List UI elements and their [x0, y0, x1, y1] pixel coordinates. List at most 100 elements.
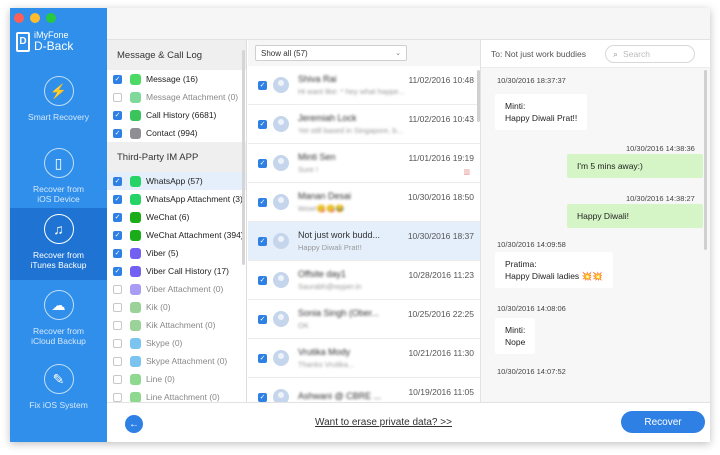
category-item[interactable]: ✓ WeChat Attachment (394): [107, 226, 246, 244]
filter-value: Show all (57): [261, 48, 308, 58]
sidebar-item-recover-ios[interactable]: ▯ Recover from iOS Device: [10, 142, 107, 214]
app-icon: [130, 247, 141, 259]
category-item[interactable]: Line Attachment (0): [107, 388, 246, 402]
sidebar-item-recover-itunes[interactable]: ♫ Recover from iTunes Backup: [10, 208, 107, 280]
conversation-checkbox[interactable]: ✓: [258, 353, 267, 363]
conversation-checkbox[interactable]: ✓: [258, 275, 267, 285]
category-checkbox[interactable]: ✓: [113, 176, 122, 186]
sidebar-item-label-2: iCloud Backup: [31, 336, 86, 346]
category-label: Viber Call History (17): [146, 266, 229, 276]
app-icon: [130, 91, 141, 103]
category-checkbox[interactable]: ✓: [113, 230, 122, 240]
category-checkbox[interactable]: [113, 302, 122, 312]
avatar-icon: [273, 155, 289, 171]
category-scrollbar[interactable]: [242, 50, 245, 265]
sidebar-item-fix-ios[interactable]: ✎ Fix iOS System: [10, 358, 107, 430]
sidebar-item-recover-icloud[interactable]: ☁ Recover from iCloud Backup: [10, 284, 107, 356]
category-checkbox[interactable]: [113, 284, 122, 294]
category-item[interactable]: Line (0): [107, 370, 246, 388]
sidebar-item-smart-recovery[interactable]: ⚡ Smart Recovery: [10, 70, 107, 142]
conversation-row[interactable]: ✓ Shiva Rai Hi want like: * hey what happe…: [248, 66, 480, 105]
category-checkbox[interactable]: [113, 320, 122, 330]
conversation-checkbox[interactable]: ✓: [258, 197, 267, 207]
category-checkbox[interactable]: [113, 338, 122, 348]
avatar-icon: [273, 194, 289, 210]
chevron-down-icon: ⌄: [395, 50, 401, 57]
category-item[interactable]: Kik Attachment (0): [107, 316, 246, 334]
category-checkbox[interactable]: ✓: [113, 110, 122, 120]
conversation-date: 10/30/2016 18:50: [407, 192, 474, 202]
recover-button[interactable]: Recover: [621, 411, 705, 433]
close-window-button[interactable]: [14, 13, 24, 23]
outgoing-message: Happy Diwali!: [567, 204, 703, 228]
incoming-message: Minti: Nope: [495, 318, 536, 354]
message-text: Happy Diwali Prat!!: [505, 113, 578, 123]
category-checkbox[interactable]: ✓: [113, 248, 122, 258]
conversation-checkbox[interactable]: ✓: [258, 236, 267, 246]
conversation-checkbox[interactable]: ✓: [258, 158, 267, 168]
zoom-window-button[interactable]: [46, 13, 56, 23]
category-item[interactable]: ✓ Viber Call History (17): [107, 262, 246, 280]
app-icon: [130, 283, 141, 295]
conversation-row[interactable]: ✓ Vrutika Mody Thanks Vrutika... 10/21/2016…: [248, 339, 480, 378]
category-checkbox[interactable]: [113, 374, 122, 384]
category-item[interactable]: ✓ WhatsApp Attachment (3): [107, 190, 246, 208]
conversation-checkbox[interactable]: ✓: [258, 392, 267, 402]
category-item[interactable]: ✓ WhatsApp (57): [107, 172, 246, 190]
category-item[interactable]: Kik (0): [107, 298, 246, 316]
category-item[interactable]: Skype Attachment (0): [107, 352, 246, 370]
category-label: Call History (6681): [146, 110, 217, 120]
category-label: Skype (0): [146, 338, 183, 348]
conversation-row[interactable]: ✓ Sonia Singh (Ober... OK 10/25/2016 22:25: [248, 300, 480, 339]
conversation-row[interactable]: ✓ Jeremiah Lock Yet still based in Singapo…: [248, 105, 480, 144]
category-checkbox[interactable]: ✓: [113, 266, 122, 276]
filter-dropdown[interactable]: Show all (57) ⌄: [255, 45, 407, 61]
category-item[interactable]: ✓ Contact (994): [107, 124, 246, 142]
app-icon: [130, 337, 141, 349]
avatar-icon: [273, 389, 289, 402]
conversation-date: 10/28/2016 11:23: [408, 270, 474, 280]
sidebar-item-label: Recover from: [32, 250, 84, 260]
category-label: WeChat (6): [146, 212, 190, 222]
category-label: Message Attachment (0): [146, 92, 239, 102]
category-item[interactable]: Skype (0): [107, 334, 246, 352]
conversation-checkbox[interactable]: ✓: [258, 119, 267, 129]
search-input[interactable]: ⌕ Search: [605, 45, 695, 63]
category-checkbox[interactable]: ✓: [113, 194, 122, 204]
window-controls: [14, 13, 56, 23]
category-item[interactable]: ✓ Call History (6681): [107, 106, 246, 124]
category-checkbox[interactable]: [113, 356, 122, 366]
category-item[interactable]: ✓ Message (16): [107, 70, 246, 88]
app-icon: [130, 265, 141, 277]
chat-scrollbar[interactable]: [704, 70, 707, 250]
app-logo: D iMyFone D-Back: [16, 30, 73, 53]
category-checkbox[interactable]: [113, 392, 122, 402]
conversation-date: 10/25/2016 22:25: [407, 309, 474, 319]
conversation-row[interactable]: ✓ Minti Sen Sure ! 11/01/2016 19:19 ▥: [248, 144, 480, 183]
conversation-checkbox[interactable]: ✓: [258, 80, 267, 90]
category-section-header: Third-Party IM APP: [107, 142, 246, 172]
category-item[interactable]: ✓ WeChat (6): [107, 208, 246, 226]
category-checkbox[interactable]: ✓: [113, 74, 122, 84]
category-checkbox[interactable]: ✓: [113, 212, 122, 222]
category-label: Kik Attachment (0): [146, 320, 216, 330]
bottom-bar: ← Want to erase private data? >> Recover: [107, 402, 710, 442]
conversation-row[interactable]: ✓ Not just work budd... Happy Diwali Prat!…: [248, 222, 480, 261]
lightning-icon: ⚡: [43, 76, 74, 106]
message-timestamp: 10/30/2016 14:38:36: [626, 144, 695, 153]
category-item[interactable]: Message Attachment (0): [107, 88, 246, 106]
minimize-window-button[interactable]: [30, 13, 40, 23]
app-icon: [130, 301, 141, 313]
conversation-row[interactable]: ✓ Manan Desai Wow!😋😋😂 10/30/2016 18:50: [248, 183, 480, 222]
app-icon: [130, 391, 141, 402]
conversation-row[interactable]: ✓ Offsite day1 Saurabh@wyper.in 10/28/2016 …: [248, 261, 480, 300]
conversation-row[interactable]: ✓ Ashwani @ CBRE ... 10/19/2016 11:05: [248, 378, 480, 402]
category-checkbox[interactable]: [113, 92, 122, 102]
category-checkbox[interactable]: ✓: [113, 128, 122, 138]
back-button[interactable]: ←: [125, 415, 143, 433]
conversation-checkbox[interactable]: ✓: [258, 314, 267, 324]
category-item[interactable]: Viber Attachment (0): [107, 280, 246, 298]
erase-data-link[interactable]: Want to erase private data? >>: [315, 417, 452, 428]
category-item[interactable]: ✓ Viber (5): [107, 244, 246, 262]
conversation-preview: Yet still based in Singapore, b...: [298, 126, 403, 135]
